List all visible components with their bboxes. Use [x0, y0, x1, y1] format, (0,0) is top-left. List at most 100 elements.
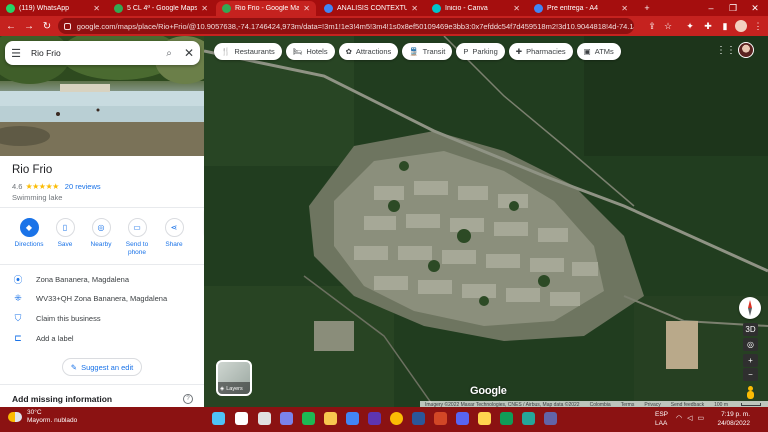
address-bar[interactable]: google.com/maps/place/Rio+Frio/@10.90576…	[58, 18, 634, 34]
sidebar-toggle-icon[interactable]: ▮	[719, 20, 731, 32]
compass-icon[interactable]	[739, 297, 761, 319]
minimize-button[interactable]: –	[700, 0, 722, 16]
browser-menu-icon[interactable]: ⋮	[752, 20, 764, 32]
app-icon[interactable]	[368, 412, 381, 425]
search-box[interactable]: ☰ Rio Frio ⌕ ✕	[5, 41, 200, 65]
chrome-icon[interactable]	[390, 412, 403, 425]
tab-close-icon[interactable]: ✕	[513, 4, 520, 13]
action-directions-button[interactable]: ◆ Directions	[12, 218, 46, 249]
my-location-icon[interactable]: ◎	[743, 338, 758, 351]
shield-check-icon: ⛉	[14, 313, 22, 323]
suggest-edit-button[interactable]: ✎ Suggest an edit	[62, 358, 142, 376]
tab-close-icon[interactable]: ✕	[411, 4, 418, 13]
close-window-button[interactable]: ✕	[744, 0, 766, 16]
language-code: ESP	[655, 411, 669, 418]
account-avatar[interactable]	[738, 42, 754, 58]
search-icon[interactable]: ⌕	[160, 48, 178, 59]
search-icon[interactable]	[235, 412, 248, 425]
tab-close-icon[interactable]: ✕	[93, 4, 100, 13]
hamburger-menu-icon[interactable]: ☰	[5, 47, 27, 60]
divider	[0, 207, 204, 208]
share-page-icon[interactable]: ⇪	[646, 20, 658, 32]
extension-icon[interactable]: ✦	[684, 20, 696, 32]
browser-tab[interactable]: Pre entrega - A4 ✕	[528, 1, 634, 16]
close-icon[interactable]: ✕	[178, 46, 200, 60]
bookmark-star-icon[interactable]: ☆	[662, 20, 674, 32]
language-indicator[interactable]: ESP LAA	[655, 410, 668, 428]
weather-widget[interactable]: 30°C Mayorm. nublado	[8, 409, 77, 425]
partly-cloudy-icon	[8, 412, 22, 422]
browser-tab[interactable]: Inicio - Canva ✕	[426, 1, 526, 16]
chip-transit[interactable]: 🚆 Transit	[402, 43, 453, 60]
satellite-map[interactable]	[204, 36, 768, 407]
browser-tab[interactable]: 5 CL 4ª - Google Maps ✕	[108, 1, 214, 16]
maximize-button[interactable]: ❐	[722, 0, 744, 16]
discord-icon[interactable]	[456, 412, 469, 425]
tilt-3d-button[interactable]: 3D	[743, 323, 758, 336]
chip-hotels[interactable]: 🛏 Hotels	[285, 43, 335, 60]
chip-parking[interactable]: P Parking	[456, 43, 505, 60]
windows-start-icon[interactable]	[212, 412, 225, 425]
info-row[interactable]: ⊏ Add a label	[12, 333, 74, 344]
action-label: Nearby	[90, 241, 112, 248]
action-send-to-button[interactable]: ▭ Send to phone	[120, 218, 154, 257]
tab-close-icon[interactable]: ✕	[303, 4, 310, 13]
file-explorer-icon[interactable]	[324, 412, 337, 425]
extensions-puzzle-icon[interactable]: ✚	[702, 20, 714, 32]
info-row[interactable]: ⁜ WV33+QH Zona Bananera, Magdalena	[12, 293, 167, 304]
forward-icon[interactable]: →	[22, 21, 36, 32]
zoom-in-button[interactable]: +	[743, 354, 758, 367]
chip-label: Hotels	[306, 47, 328, 56]
layers-icon: ◈	[220, 386, 225, 392]
reviews-link[interactable]: 20 reviews	[65, 182, 101, 191]
info-text: Zona Bananera, Magdalena	[36, 275, 129, 284]
browser-tab[interactable]: ANALISIS CONTEXTUAL RIO✕	[318, 1, 424, 16]
tab-close-icon[interactable]: ✕	[621, 4, 628, 13]
info-text: Add a label	[36, 334, 74, 343]
info-row[interactable]: ⦿ Zona Bananera, Magdalena	[12, 273, 129, 286]
wifi-icon[interactable]: ◠	[676, 414, 682, 422]
store-icon[interactable]	[346, 412, 359, 425]
action-nearby-button[interactable]: ◎ Nearby	[84, 218, 118, 249]
teams-icon[interactable]	[280, 412, 293, 425]
profile-avatar[interactable]	[735, 20, 747, 32]
url-text: google.com/maps/place/Rio+Frio/@10.90576…	[76, 21, 634, 31]
help-icon[interactable]: ?	[183, 394, 193, 404]
share-icon: ⋖	[164, 218, 184, 237]
layers-button[interactable]: ◈ Layers	[216, 360, 252, 396]
app-icon-2[interactable]	[522, 412, 535, 425]
google-apps-icon[interactable]: ⋮⋮	[716, 45, 736, 57]
place-category[interactable]: Swimming lake	[12, 193, 62, 202]
action-save-button[interactable]: ▯ Save	[48, 218, 82, 249]
back-icon[interactable]: ←	[4, 21, 18, 32]
zoom-out-button[interactable]: −	[743, 368, 758, 381]
new-tab-button[interactable]: +	[636, 0, 658, 16]
info-row[interactable]: ⛉ Claim this business	[12, 313, 101, 324]
task-view-icon[interactable]	[258, 412, 271, 425]
scale-bar	[741, 403, 762, 406]
sticky-notes-icon[interactable]	[478, 412, 491, 425]
action-share-button[interactable]: ⋖ Share	[157, 218, 191, 249]
browser-tab[interactable]: Rio Frio - Google Maps✕	[216, 1, 316, 16]
word-icon[interactable]	[412, 412, 425, 425]
edge-icon[interactable]	[500, 412, 513, 425]
location-pin-icon: ⦿	[13, 275, 23, 285]
transit-icon: 🚆	[409, 47, 419, 56]
nearby-icon: ◎	[91, 218, 111, 237]
volume-icon[interactable]: ◁	[687, 414, 692, 422]
taskbar-clock[interactable]: 7:19 p. m. 24/08/2022	[716, 410, 750, 428]
browser-tab[interactable]: (119) WhatsApp ✕	[0, 1, 106, 16]
lock-icon	[64, 22, 71, 30]
reload-icon[interactable]: ↻	[40, 21, 54, 32]
chip-restaurants[interactable]: 🍴 Restaurants	[214, 43, 282, 60]
spotify-icon[interactable]	[302, 412, 315, 425]
pegman-icon[interactable]	[745, 386, 755, 400]
chip-pharmacies[interactable]: ✚ Pharmacies	[508, 43, 573, 60]
search-input[interactable]: Rio Frio	[27, 48, 160, 58]
tab-close-icon[interactable]: ✕	[201, 4, 208, 13]
teams-icon-2[interactable]	[544, 412, 557, 425]
powerpoint-icon[interactable]	[434, 412, 447, 425]
chip-atms[interactable]: ▣ ATMs	[576, 43, 621, 60]
battery-icon[interactable]: ▭	[698, 414, 705, 422]
chip-attractions[interactable]: ✿ Attractions	[338, 43, 399, 60]
